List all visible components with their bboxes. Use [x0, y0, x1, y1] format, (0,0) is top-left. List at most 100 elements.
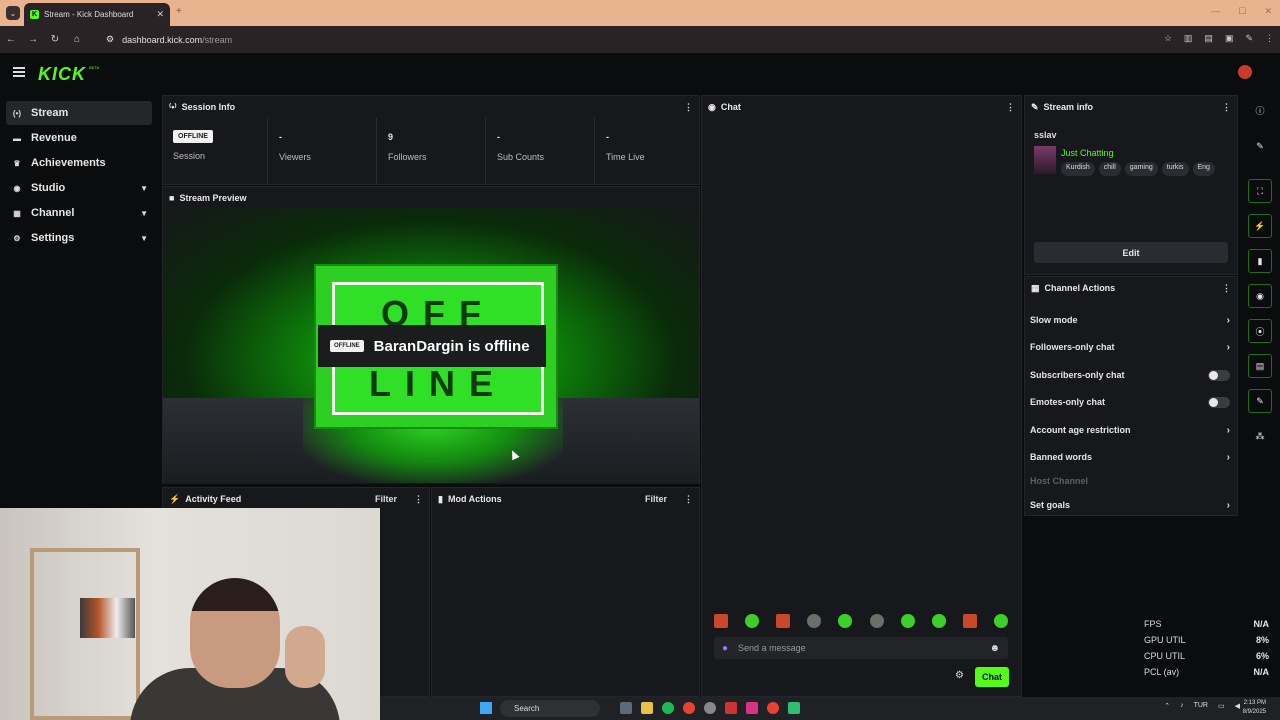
hamburger-menu-icon[interactable]	[13, 67, 25, 77]
tab-menu-button[interactable]: ⌄	[6, 6, 20, 20]
microphone-icon[interactable]: ●	[722, 643, 728, 654]
back-icon[interactable]: ←	[0, 34, 22, 45]
language-indicator[interactable]: TUR	[1194, 702, 1208, 710]
perf-label: CPU UTIL	[1144, 651, 1186, 661]
lightning-icon[interactable]: ⚡	[1248, 214, 1272, 238]
action-label: Account age restriction	[1030, 425, 1131, 435]
url-field[interactable]: ⚙ dashboard.kick.com/stream	[100, 30, 1160, 49]
settings-app-icon[interactable]	[704, 702, 716, 714]
site-info-icon[interactable]: ⚙	[106, 34, 114, 45]
more-options-icon[interactable]: ⋮	[414, 494, 423, 505]
perf-value: N/A	[1253, 667, 1270, 677]
translate-icon[interactable]: ▤	[1204, 33, 1213, 44]
emote-icon[interactable]	[838, 614, 853, 628]
panel-header: ⁽•⁾ Session Info ⋮	[163, 96, 699, 118]
spotify-icon[interactable]	[662, 702, 674, 714]
chevron-down-icon: ▼	[140, 208, 148, 218]
slow-mode-item[interactable]: Slow mode ›	[1030, 310, 1230, 330]
info-icon[interactable]: ⓘ	[1248, 98, 1272, 122]
minimize-icon[interactable]: —	[1211, 6, 1220, 17]
more-options-icon[interactable]: ⋮	[684, 494, 693, 505]
pencil-icon[interactable]: ✎	[1248, 134, 1272, 158]
emote-icon[interactable]	[714, 614, 728, 628]
sidebar-item-settings[interactable]: ⚙ Settings ▼	[6, 226, 152, 250]
sidebar-item-stream[interactable]: (•) Stream	[6, 101, 152, 125]
file-explorer-icon[interactable]	[641, 702, 653, 714]
chat-message-input[interactable]: ● Send a message ☻	[714, 637, 1008, 659]
dashboard-icon[interactable]: ▤	[1248, 354, 1272, 378]
user-avatar[interactable]	[1238, 65, 1252, 79]
browser-tab[interactable]: K Stream - Kick Dashboard ✕	[24, 3, 170, 26]
emote-icon[interactable]	[962, 614, 977, 628]
bookmark-star-icon[interactable]: ☆	[1164, 33, 1172, 44]
sidepanel-icon[interactable]: ▣	[1225, 33, 1234, 44]
banned-words-item[interactable]: Banned words ›	[1030, 447, 1230, 467]
more-options-icon[interactable]: ⋮	[684, 102, 693, 113]
chrome-active-icon[interactable]	[767, 702, 779, 714]
action-label: Emotes-only chat	[1030, 397, 1106, 407]
stream-preview-video[interactable]: OFF LINE OFFLINE BaranDargin is offline	[163, 208, 699, 483]
sidebar-item-revenue[interactable]: ▬ Revenue	[6, 126, 152, 150]
chrome-icon[interactable]	[683, 702, 695, 714]
forward-icon[interactable]: →	[22, 34, 44, 45]
trash-icon[interactable]: ▥	[1184, 33, 1193, 44]
filter-button[interactable]: Filter	[645, 494, 667, 504]
more-options-icon[interactable]: ⋮	[1006, 102, 1015, 113]
emote-icon[interactable]	[776, 614, 791, 628]
close-window-icon[interactable]: ✕	[1264, 6, 1272, 17]
emotes-only-toggle[interactable]	[1208, 396, 1230, 408]
more-options-icon[interactable]: ⋮	[1222, 283, 1231, 294]
document-icon[interactable]: ▮	[1248, 249, 1272, 273]
taskview-icon[interactable]	[620, 702, 632, 714]
filter-button[interactable]: Filter	[375, 494, 397, 504]
wrench-icon[interactable]: ✎	[1248, 389, 1272, 413]
maximize-icon[interactable]: ☐	[1238, 6, 1246, 17]
stat-label: Followers	[388, 152, 427, 162]
more-options-icon[interactable]: ⋮	[1222, 102, 1231, 113]
community-icon[interactable]: ⁂	[1248, 424, 1272, 448]
home-icon[interactable]: ⌂	[66, 34, 88, 45]
network-icon[interactable]: ▭	[1218, 702, 1225, 710]
broadcast-icon[interactable]: ⦿	[1248, 319, 1272, 343]
account-age-restriction-item[interactable]: Account age restriction ›	[1030, 420, 1230, 440]
mic-tray-icon[interactable]: ♪	[1180, 702, 1184, 710]
emote-icon[interactable]	[869, 614, 884, 628]
chat-icon[interactable]: ◉	[1248, 284, 1272, 308]
sidebar-item-channel[interactable]: ▦ Channel ▼	[6, 201, 152, 225]
app-icon[interactable]	[725, 702, 737, 714]
extension-icon[interactable]: ✎	[1245, 33, 1253, 44]
emote-icon[interactable]	[993, 614, 1008, 628]
reload-icon[interactable]: ↻	[44, 34, 66, 45]
set-goals-item[interactable]: Set goals ›	[1030, 495, 1230, 515]
taskbar-search[interactable]: Search	[500, 700, 600, 717]
sidebar-item-label: Revenue	[31, 132, 77, 144]
sidebar-item-studio[interactable]: ◉ Studio ▼	[6, 176, 152, 200]
instagram-icon[interactable]	[746, 702, 758, 714]
followers-only-chat-item[interactable]: Followers-only chat ›	[1030, 337, 1230, 357]
windows-start-icon[interactable]	[480, 702, 492, 714]
taskbar-clock[interactable]: 2:13 PM 8/9/2025	[1243, 699, 1266, 717]
browser-menu-icon[interactable]: ⋮	[1265, 33, 1274, 44]
emote-icon[interactable]	[900, 614, 915, 628]
kick-logo[interactable]: KICK	[38, 64, 86, 85]
subscribers-only-toggle[interactable]	[1208, 369, 1230, 381]
stat-label: Sub Counts	[497, 152, 545, 162]
chat-settings-gear-icon[interactable]: ⚙	[955, 670, 964, 681]
layout-icon[interactable]: ⛶	[1248, 179, 1272, 203]
emote-icon[interactable]	[931, 614, 946, 628]
send-chat-button[interactable]: Chat	[975, 667, 1009, 687]
new-tab-button[interactable]: +	[176, 6, 182, 17]
app-icon[interactable]	[788, 702, 800, 714]
emoji-icon[interactable]: ☻	[989, 643, 1000, 654]
volume-icon[interactable]: ◀	[1235, 702, 1240, 710]
tray-chevron-icon[interactable]: ⌃	[1164, 702, 1170, 710]
stat-label: Viewers	[279, 152, 311, 162]
sidebar-item-label: Studio	[31, 182, 66, 194]
emote-icon[interactable]	[745, 614, 760, 628]
stream-category[interactable]: Just Chatting	[1061, 148, 1114, 158]
stat-label: Time Live	[606, 152, 645, 162]
edit-stream-info-button[interactable]: Edit	[1034, 242, 1228, 263]
tab-close-icon[interactable]: ✕	[156, 9, 164, 20]
sidebar-item-achievements[interactable]: ♛ Achievements	[6, 151, 152, 175]
emote-icon[interactable]	[807, 614, 822, 628]
